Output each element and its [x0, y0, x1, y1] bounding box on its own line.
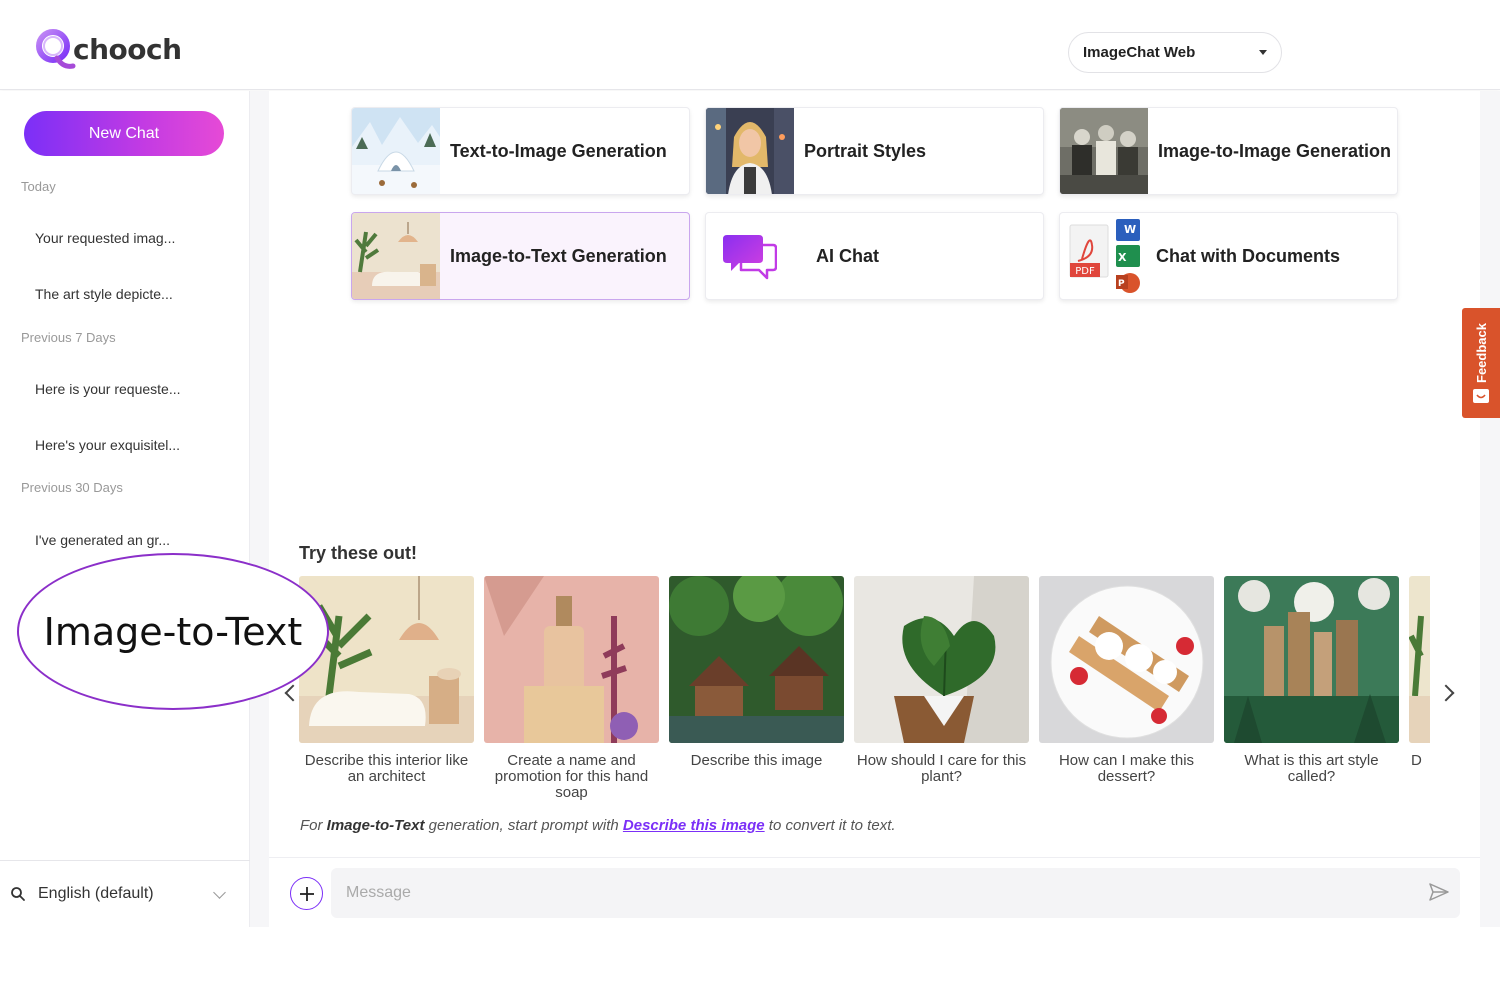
- svg-text:W: W: [1124, 223, 1136, 236]
- section-title-previous-7-days: Previous 7 Days: [21, 330, 116, 345]
- try-these-title: Try these out!: [299, 543, 418, 563]
- history-item[interactable]: Here is your requeste...: [35, 381, 181, 397]
- card-label: Image-to-Text Generation: [450, 245, 667, 266]
- chat-bubbles-icon: [723, 235, 777, 280]
- language-value: English (default): [38, 885, 154, 902]
- example-caption: Describe this interior like an architect: [304, 752, 469, 785]
- svg-text:P: P: [1118, 279, 1125, 289]
- history-item[interactable]: Your requested imag...: [35, 230, 175, 246]
- partial-example-image: [1408, 576, 1430, 743]
- chooch-logo-icon: [36, 29, 76, 69]
- section-title-today: Today: [21, 179, 56, 194]
- example-card[interactable]: D: [1408, 576, 1430, 769]
- forest-village-image: [669, 576, 844, 743]
- card-text-to-image[interactable]: Text-to-Image Generation: [351, 107, 690, 195]
- documents-icon: PDF W X P: [1069, 219, 1140, 293]
- card-image-to-text[interactable]: Image-to-Text Generation: [351, 212, 690, 300]
- section-title-previous-30-days: Previous 30 Days: [21, 480, 123, 495]
- describe-image-link[interactable]: Describe this image: [623, 817, 765, 834]
- history-item[interactable]: The art style depicte...: [35, 286, 173, 302]
- paper-city-image: [1224, 576, 1399, 743]
- example-caption: What is this art style called?: [1244, 752, 1379, 785]
- search-icon: [11, 887, 25, 901]
- vintage-photo-thumbnail: [1060, 108, 1148, 194]
- example-card[interactable]: How should I care for this plant?: [854, 576, 1029, 785]
- example-card[interactable]: How can I make this dessert?: [1039, 576, 1214, 785]
- bottom-blank-area: [0, 927, 1500, 988]
- language-selector[interactable]: English (default): [0, 860, 250, 927]
- hand-soap-image: [484, 576, 659, 743]
- caret-down-icon: [1259, 50, 1267, 55]
- portrait-thumbnail: [706, 108, 794, 194]
- interior-thumbnail: [352, 213, 440, 299]
- feedback-label: Feedback: [1473, 323, 1489, 383]
- card-image-to-image[interactable]: Image-to-Image Generation: [1059, 107, 1398, 195]
- plus-icon: [299, 886, 314, 901]
- new-chat-button[interactable]: New Chat: [24, 111, 224, 156]
- example-caption: How can I make this dessert?: [1058, 752, 1195, 785]
- message-input[interactable]: [331, 868, 1460, 918]
- attach-button[interactable]: [290, 877, 323, 910]
- dessert-image: [1039, 576, 1214, 743]
- examples-carousel: Describe this interior like an architect…: [299, 576, 1430, 801]
- chevron-down-icon: [213, 885, 226, 899]
- brand-name: chooch: [73, 32, 182, 66]
- send-icon[interactable]: [1428, 881, 1450, 903]
- svg-text:X: X: [1118, 251, 1127, 264]
- card-chat-with-documents[interactable]: PDF W X P Chat with Documents: [1059, 212, 1398, 300]
- example-card[interactable]: Describe this image: [669, 576, 844, 769]
- top-header: chooch ImageChat Web: [0, 0, 1500, 90]
- sidebar: New Chat Today Your requested imag... Th…: [0, 91, 250, 927]
- image-to-text-callout: Image-to-Text: [17, 553, 329, 710]
- model-select-value: ImageChat Web: [1083, 44, 1196, 61]
- history-item[interactable]: Here's your exquisitel...: [35, 437, 180, 453]
- card-ai-chat[interactable]: AI Chat: [705, 212, 1044, 300]
- monstera-plant-image: [854, 576, 1029, 743]
- example-caption: Describe this image: [690, 752, 823, 769]
- interior-image: [299, 576, 474, 743]
- card-label: Image-to-Image Generation: [1158, 140, 1392, 161]
- callout-text: Image-to-Text: [43, 609, 303, 654]
- feedback-smile-icon: [1473, 388, 1489, 403]
- model-select[interactable]: ImageChat Web: [1068, 32, 1282, 73]
- example-card[interactable]: What is this art style called?: [1224, 576, 1399, 785]
- example-card[interactable]: Create a name and promotion for this han…: [484, 576, 659, 801]
- image-to-text-hint: For Image-to-Text generation, start prom…: [300, 817, 896, 834]
- feedback-tab[interactable]: Feedback: [1462, 308, 1500, 418]
- chooch-logo[interactable]: chooch: [33, 26, 182, 72]
- pdf-label: PDF: [1075, 266, 1095, 277]
- example-caption: How should I care for this plant?: [856, 752, 1027, 785]
- igloo-thumbnail: [352, 108, 440, 194]
- card-label: Text-to-Image Generation: [450, 140, 667, 161]
- card-portrait-styles[interactable]: Portrait Styles: [705, 107, 1044, 195]
- card-label: Portrait Styles: [804, 140, 927, 161]
- example-card[interactable]: Describe this interior like an architect: [299, 576, 474, 785]
- example-caption: D: [1411, 752, 1422, 769]
- history-item[interactable]: I've generated an gr...: [35, 532, 170, 548]
- example-caption: Create a name and promotion for this han…: [494, 752, 649, 801]
- card-label: AI Chat: [816, 245, 879, 266]
- card-label: Chat with Documents: [1156, 245, 1341, 266]
